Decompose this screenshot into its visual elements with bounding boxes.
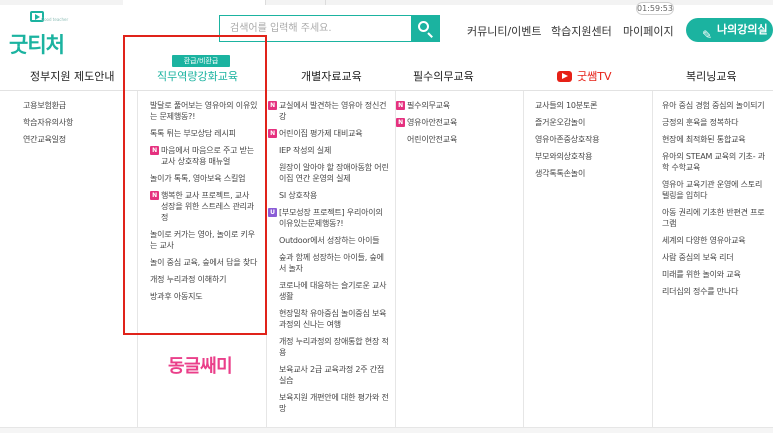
- menu-item[interactable]: 세계의 다양한 영유아교육: [662, 235, 767, 246]
- menu-item[interactable]: 현장에 최적화된 통합교육: [662, 134, 767, 145]
- session-timer: 01:59:53: [636, 2, 674, 15]
- menu-item[interactable]: 개정 누리과정의 장애통합 현장 적용: [268, 336, 389, 358]
- menu-item[interactable]: 현장밀착 유아중심 놀이중심 보육과정의 신나는 여행: [268, 308, 389, 330]
- update-badge-icon: U: [268, 208, 277, 217]
- handwritten-label: 동글쌔미: [168, 356, 233, 377]
- menu-item[interactable]: 리더십의 정수를 만나다: [662, 286, 767, 297]
- menu-item[interactable]: 사람 중심의 보육 리더: [662, 252, 767, 263]
- menu-item[interactable]: N 영유아안전교육: [396, 117, 517, 128]
- menu-item[interactable]: N 교실에서 발견하는 영유아 정신건강: [268, 100, 389, 122]
- menu-column-mandatory: N 필수의무교육 N 영유아안전교육 어린이안전교육: [395, 91, 523, 433]
- menu-item[interactable]: 학습자유의사항: [23, 117, 137, 128]
- menu-item[interactable]: 즐거운오감놀이: [535, 117, 646, 128]
- new-badge-icon: N: [396, 118, 405, 127]
- header: Good teacher 굿티처 01:59:53 커뮤니티/이벤트 학습지원센…: [0, 2, 773, 57]
- menu-item[interactable]: Outdoor에서 성장하는 아이들: [268, 235, 389, 246]
- menu-item[interactable]: 코로나에 대응하는 슬기로운 교사생활: [268, 280, 389, 302]
- new-badge-icon: N: [268, 101, 277, 110]
- menu-column-tv: 교사들의 10분토론 즐거운오감놀이 영유아존중상호작용 부모와의상호작용 생각…: [523, 91, 652, 433]
- my-lecture-button[interactable]: ✎ 나의강의실: [686, 18, 773, 42]
- site-logo[interactable]: Good teacher 굿티처: [8, 7, 78, 57]
- menu-item[interactable]: N 필수의무교육: [396, 100, 517, 111]
- nav-gov-support[interactable]: 정부지원 제도안내: [30, 68, 114, 84]
- menu-column-gov: 고용보험환급 학습자유의사항 연간교육일정: [0, 91, 137, 433]
- logo-subtitle: Good teacher: [41, 17, 69, 22]
- menu-item[interactable]: 영유아 교육기관 운영에 스토리텔링을 입히다: [662, 179, 767, 201]
- menu-item[interactable]: 유아의 STEAM 교육의 기초- 과학 수학교육: [662, 151, 767, 173]
- my-lecture-label: 나의강의실: [717, 23, 768, 36]
- menu-item[interactable]: 유아 중심 경험 중심의 놀이되기: [662, 100, 767, 111]
- menu-item[interactable]: 보육교사 2급 교육과정 2주 간접실습: [268, 364, 389, 386]
- menu-item[interactable]: 원장이 알아야 할 장애아동함 어린이집 연간 운영의 실제: [268, 162, 389, 184]
- menu-item[interactable]: 부모와의상호작용: [535, 151, 646, 162]
- nav-welfare-learning[interactable]: 복리닝교육: [686, 68, 737, 84]
- menu-item[interactable]: SI 상호작용: [268, 190, 389, 201]
- topnav-learning-center[interactable]: 학습지원센터: [551, 23, 612, 39]
- menu-column-welfare: 유아 중심 경험 중심의 놀이되기 긍정의 훈육을 정복하다 현장에 최적화된 …: [652, 91, 773, 433]
- menu-column-individual: N 교실에서 발견하는 영유아 정신건강 N 어린이집 평가제 대비교육 IEP 작…: [266, 91, 395, 433]
- menu-item[interactable]: U [부모성장 프로젝트] 우리아이의이유있는문제행동?!: [268, 207, 389, 229]
- highlight-annotation-box: [123, 35, 267, 335]
- main-nav: 환급/비환급 정부지원 제도안내 직무역량강화교육 개별자료교육 필수의무교육 …: [0, 53, 773, 91]
- search-button[interactable]: [411, 16, 439, 41]
- new-badge-icon: N: [268, 129, 277, 138]
- menu-item[interactable]: 아동 권리에 기초한 반편견 프로그램: [662, 207, 767, 229]
- menu-item[interactable]: N 어린이집 평가제 대비교육: [268, 128, 389, 139]
- menu-item[interactable]: IEP 작성의 실제: [268, 145, 389, 156]
- menu-item[interactable]: 보육지원 개편안에 대한 평가와 전망: [268, 392, 389, 414]
- menu-item[interactable]: 긍정의 훈육을 정복하다: [662, 117, 767, 128]
- new-badge-icon: N: [396, 101, 405, 110]
- menu-item[interactable]: 교사들의 10분토론: [535, 100, 646, 111]
- nav-individual-material[interactable]: 개별자료교육: [301, 68, 362, 84]
- menu-item[interactable]: 고용보험환급: [23, 100, 137, 111]
- nav-goodssam-tv[interactable]: 굿쌤TV: [557, 68, 611, 84]
- youtube-icon: [557, 71, 572, 82]
- topnav-community[interactable]: 커뮤니티/이벤트: [467, 23, 542, 39]
- nav-mandatory[interactable]: 필수의무교육: [413, 68, 474, 84]
- pencil-icon: ✎: [702, 28, 713, 42]
- search-icon: [418, 21, 429, 32]
- menu-item[interactable]: 미래를 위한 놀이와 교육: [662, 269, 767, 280]
- topnav-mypage[interactable]: 마이페이지: [623, 23, 674, 39]
- menu-item[interactable]: 영유아존중상호작용: [535, 134, 646, 145]
- bottom-strip: [0, 427, 773, 433]
- menu-item[interactable]: 어린이안전교육: [396, 134, 517, 145]
- menu-item[interactable]: 연간교육일정: [23, 134, 137, 145]
- menu-item[interactable]: 숲과 함께 성장하는 아이들, 숲에서 놀자: [268, 252, 389, 274]
- menu-item[interactable]: 생각톡톡손놀이: [535, 168, 646, 179]
